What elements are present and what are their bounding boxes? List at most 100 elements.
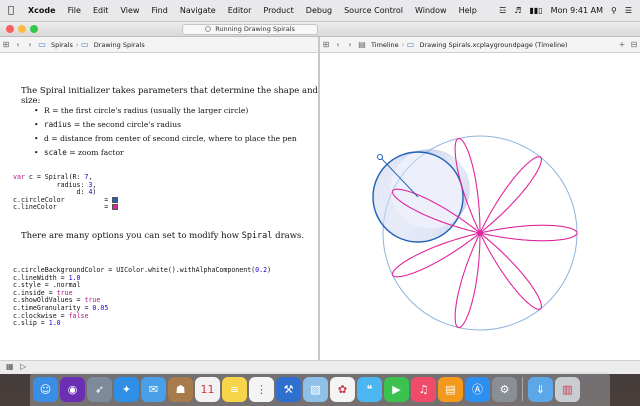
- menu-editor[interactable]: Editor: [222, 6, 258, 15]
- dock-separator: [522, 377, 523, 401]
- music-app-icon: ♫: [418, 382, 429, 396]
- music-app[interactable]: ♫: [411, 376, 436, 402]
- bullet-term: R: [44, 106, 50, 115]
- breadcrumb-spirals[interactable]: Spirals: [48, 41, 76, 49]
- menu-help[interactable]: Help: [453, 6, 483, 15]
- breadcrumb-drawing-spirals[interactable]: Drawing Spirals: [91, 41, 148, 49]
- notification-center-icon[interactable]: ☰: [625, 6, 632, 15]
- battery-icon[interactable]: ▮▮▯: [529, 6, 542, 15]
- menu-debug[interactable]: Debug: [300, 6, 338, 15]
- reminders-app[interactable]: ⋮: [249, 376, 274, 402]
- code-line[interactable]: c.slip = 1.0: [13, 319, 271, 328]
- apple-menu-icon[interactable]: : [0, 5, 22, 16]
- bullet-desc: = the second circle's radius: [73, 120, 181, 129]
- finder-app-icon: ☺: [39, 382, 52, 396]
- app-store-app-icon: Ⓐ: [472, 383, 483, 396]
- xcode-window: Running Drawing Spirals ⊞ ‹ › ▭ Spirals …: [0, 22, 640, 374]
- preview-app[interactable]: ▧: [303, 376, 328, 402]
- launchpad-app-icon: ➶: [94, 382, 105, 396]
- downloads-folder-icon: ⇓: [535, 382, 546, 396]
- playground-editor[interactable]: The Spiral initializer takes parameters …: [0, 53, 318, 360]
- siri-app-icon: ◉: [67, 382, 78, 396]
- safari-app[interactable]: ✦: [114, 376, 139, 402]
- launchpad-app[interactable]: ➶: [87, 376, 112, 402]
- code-block-options[interactable]: c.circleBackgroundColor = UIColor.white(…: [13, 266, 271, 328]
- breadcrumb-timeline[interactable]: Timeline: [368, 41, 402, 49]
- menu-bar:  Xcode File Edit View Find Navigate Edi…: [0, 0, 640, 22]
- close-editor-icon[interactable]: ⊟: [628, 40, 640, 49]
- bullet-desc: = distance from center of second circle,…: [51, 134, 297, 143]
- add-editor-icon[interactable]: +: [616, 40, 628, 49]
- downloads-folder[interactable]: ⇓: [528, 376, 553, 402]
- breadcrumb-timeline-page[interactable]: Drawing Spirals.xcplaygroundpage (Timeli…: [416, 41, 570, 49]
- finder-app[interactable]: ☺: [33, 376, 58, 402]
- assistant-jump-bar: ⊞ ‹ › ▤ Timeline › ▭ Drawing Spirals.xcp…: [320, 37, 640, 53]
- playground-file-icon: ▭: [38, 40, 46, 49]
- mail-app-icon: ✉: [148, 382, 159, 396]
- menu-file[interactable]: File: [62, 6, 87, 15]
- bullet-radius: • radius = the second circle's radius: [34, 120, 181, 129]
- clock[interactable]: Mon 9:41 AM: [551, 6, 603, 15]
- back-arrow-icon[interactable]: ‹: [332, 40, 344, 49]
- forward-arrow-icon[interactable]: ›: [344, 40, 356, 49]
- messages-app[interactable]: ❝: [357, 376, 382, 402]
- line-color-swatch[interactable]: [112, 204, 119, 211]
- contacts-app-icon: ☗: [175, 382, 186, 396]
- mail-app[interactable]: ✉: [141, 376, 166, 402]
- bullet-term: d: [44, 134, 49, 143]
- circle-color-swatch[interactable]: [112, 196, 119, 203]
- related-items-icon[interactable]: ⊞: [0, 40, 12, 49]
- volume-icon[interactable]: ♬: [514, 6, 521, 15]
- close-window-button[interactable]: [6, 25, 14, 33]
- ibooks-app[interactable]: ▤: [438, 376, 463, 402]
- run-icon[interactable]: ▷: [20, 362, 26, 371]
- minimize-window-button[interactable]: [18, 25, 26, 33]
- related-items-icon[interactable]: ⊞: [320, 40, 332, 49]
- trash-can[interactable]: ▥: [555, 376, 580, 402]
- bullet-scale: • scale = zoom factor: [34, 148, 124, 157]
- pen-point: [377, 154, 383, 160]
- desktop:  Xcode File Edit View Find Navigate Edi…: [0, 0, 640, 406]
- spiral-drawing: [372, 135, 578, 331]
- photos-app[interactable]: ✿: [330, 376, 355, 402]
- code-block-spiral-init[interactable]: var c = Spiral(R: 7, radius: 3, d: 4) c.…: [13, 173, 119, 212]
- menu-view[interactable]: View: [114, 6, 145, 15]
- forward-arrow-icon[interactable]: ›: [24, 40, 36, 49]
- timeline-icon: ▤: [358, 40, 366, 49]
- activity-status: Running Drawing Spirals: [182, 24, 318, 35]
- dock: ☺ ◉ ➶ ✦ ✉ ☗ 11 ≡ ⋮ ⚒ ▧ ✿ ❝ ▶ ♫ ▤ Ⓐ ⚙ ⇓ ▥: [30, 372, 610, 406]
- progress-spinner-icon: [205, 26, 212, 32]
- reminders-app-icon: ⋮: [256, 382, 267, 396]
- trash-can-icon: ▥: [562, 382, 573, 396]
- messages-app-icon: ❝: [366, 382, 373, 396]
- safari-app-icon: ✦: [121, 382, 132, 396]
- back-arrow-icon[interactable]: ‹: [12, 40, 24, 49]
- menu-product[interactable]: Product: [257, 6, 299, 15]
- system-preferences-app[interactable]: ⚙: [492, 376, 517, 402]
- calendar-app[interactable]: 11: [195, 376, 220, 402]
- siri-app[interactable]: ◉: [60, 376, 85, 402]
- facetime-app-icon: ▶: [392, 382, 401, 396]
- zoom-window-button[interactable]: [30, 25, 38, 33]
- options-paragraph: There are many options you can set to mo…: [21, 231, 305, 241]
- hide-debug-area-icon[interactable]: ▦: [6, 362, 14, 371]
- menu-find[interactable]: Find: [145, 6, 173, 15]
- menu-window[interactable]: Window: [409, 6, 453, 15]
- menu-source-control[interactable]: Source Control: [338, 6, 409, 15]
- activity-status-text: Running Drawing Spirals: [215, 25, 295, 33]
- xcode-app[interactable]: ⚒: [276, 376, 301, 402]
- menu-edit[interactable]: Edit: [87, 6, 115, 15]
- timeline-view[interactable]: [320, 53, 640, 360]
- app-store-app[interactable]: Ⓐ: [465, 376, 490, 402]
- xcode-app-icon: ⚒: [283, 382, 294, 396]
- ibooks-app-icon: ▤: [445, 382, 456, 396]
- system-preferences-app-icon: ⚙: [499, 382, 510, 396]
- search-icon[interactable]: ⚲: [611, 6, 617, 15]
- page-file-icon: ▭: [80, 40, 89, 49]
- notes-app[interactable]: ≡: [222, 376, 247, 402]
- menu-navigate[interactable]: Navigate: [174, 6, 222, 15]
- contacts-app[interactable]: ☗: [168, 376, 193, 402]
- app-menu-xcode[interactable]: Xcode: [22, 6, 62, 15]
- wifi-icon[interactable]: ☲: [499, 6, 506, 15]
- facetime-app[interactable]: ▶: [384, 376, 409, 402]
